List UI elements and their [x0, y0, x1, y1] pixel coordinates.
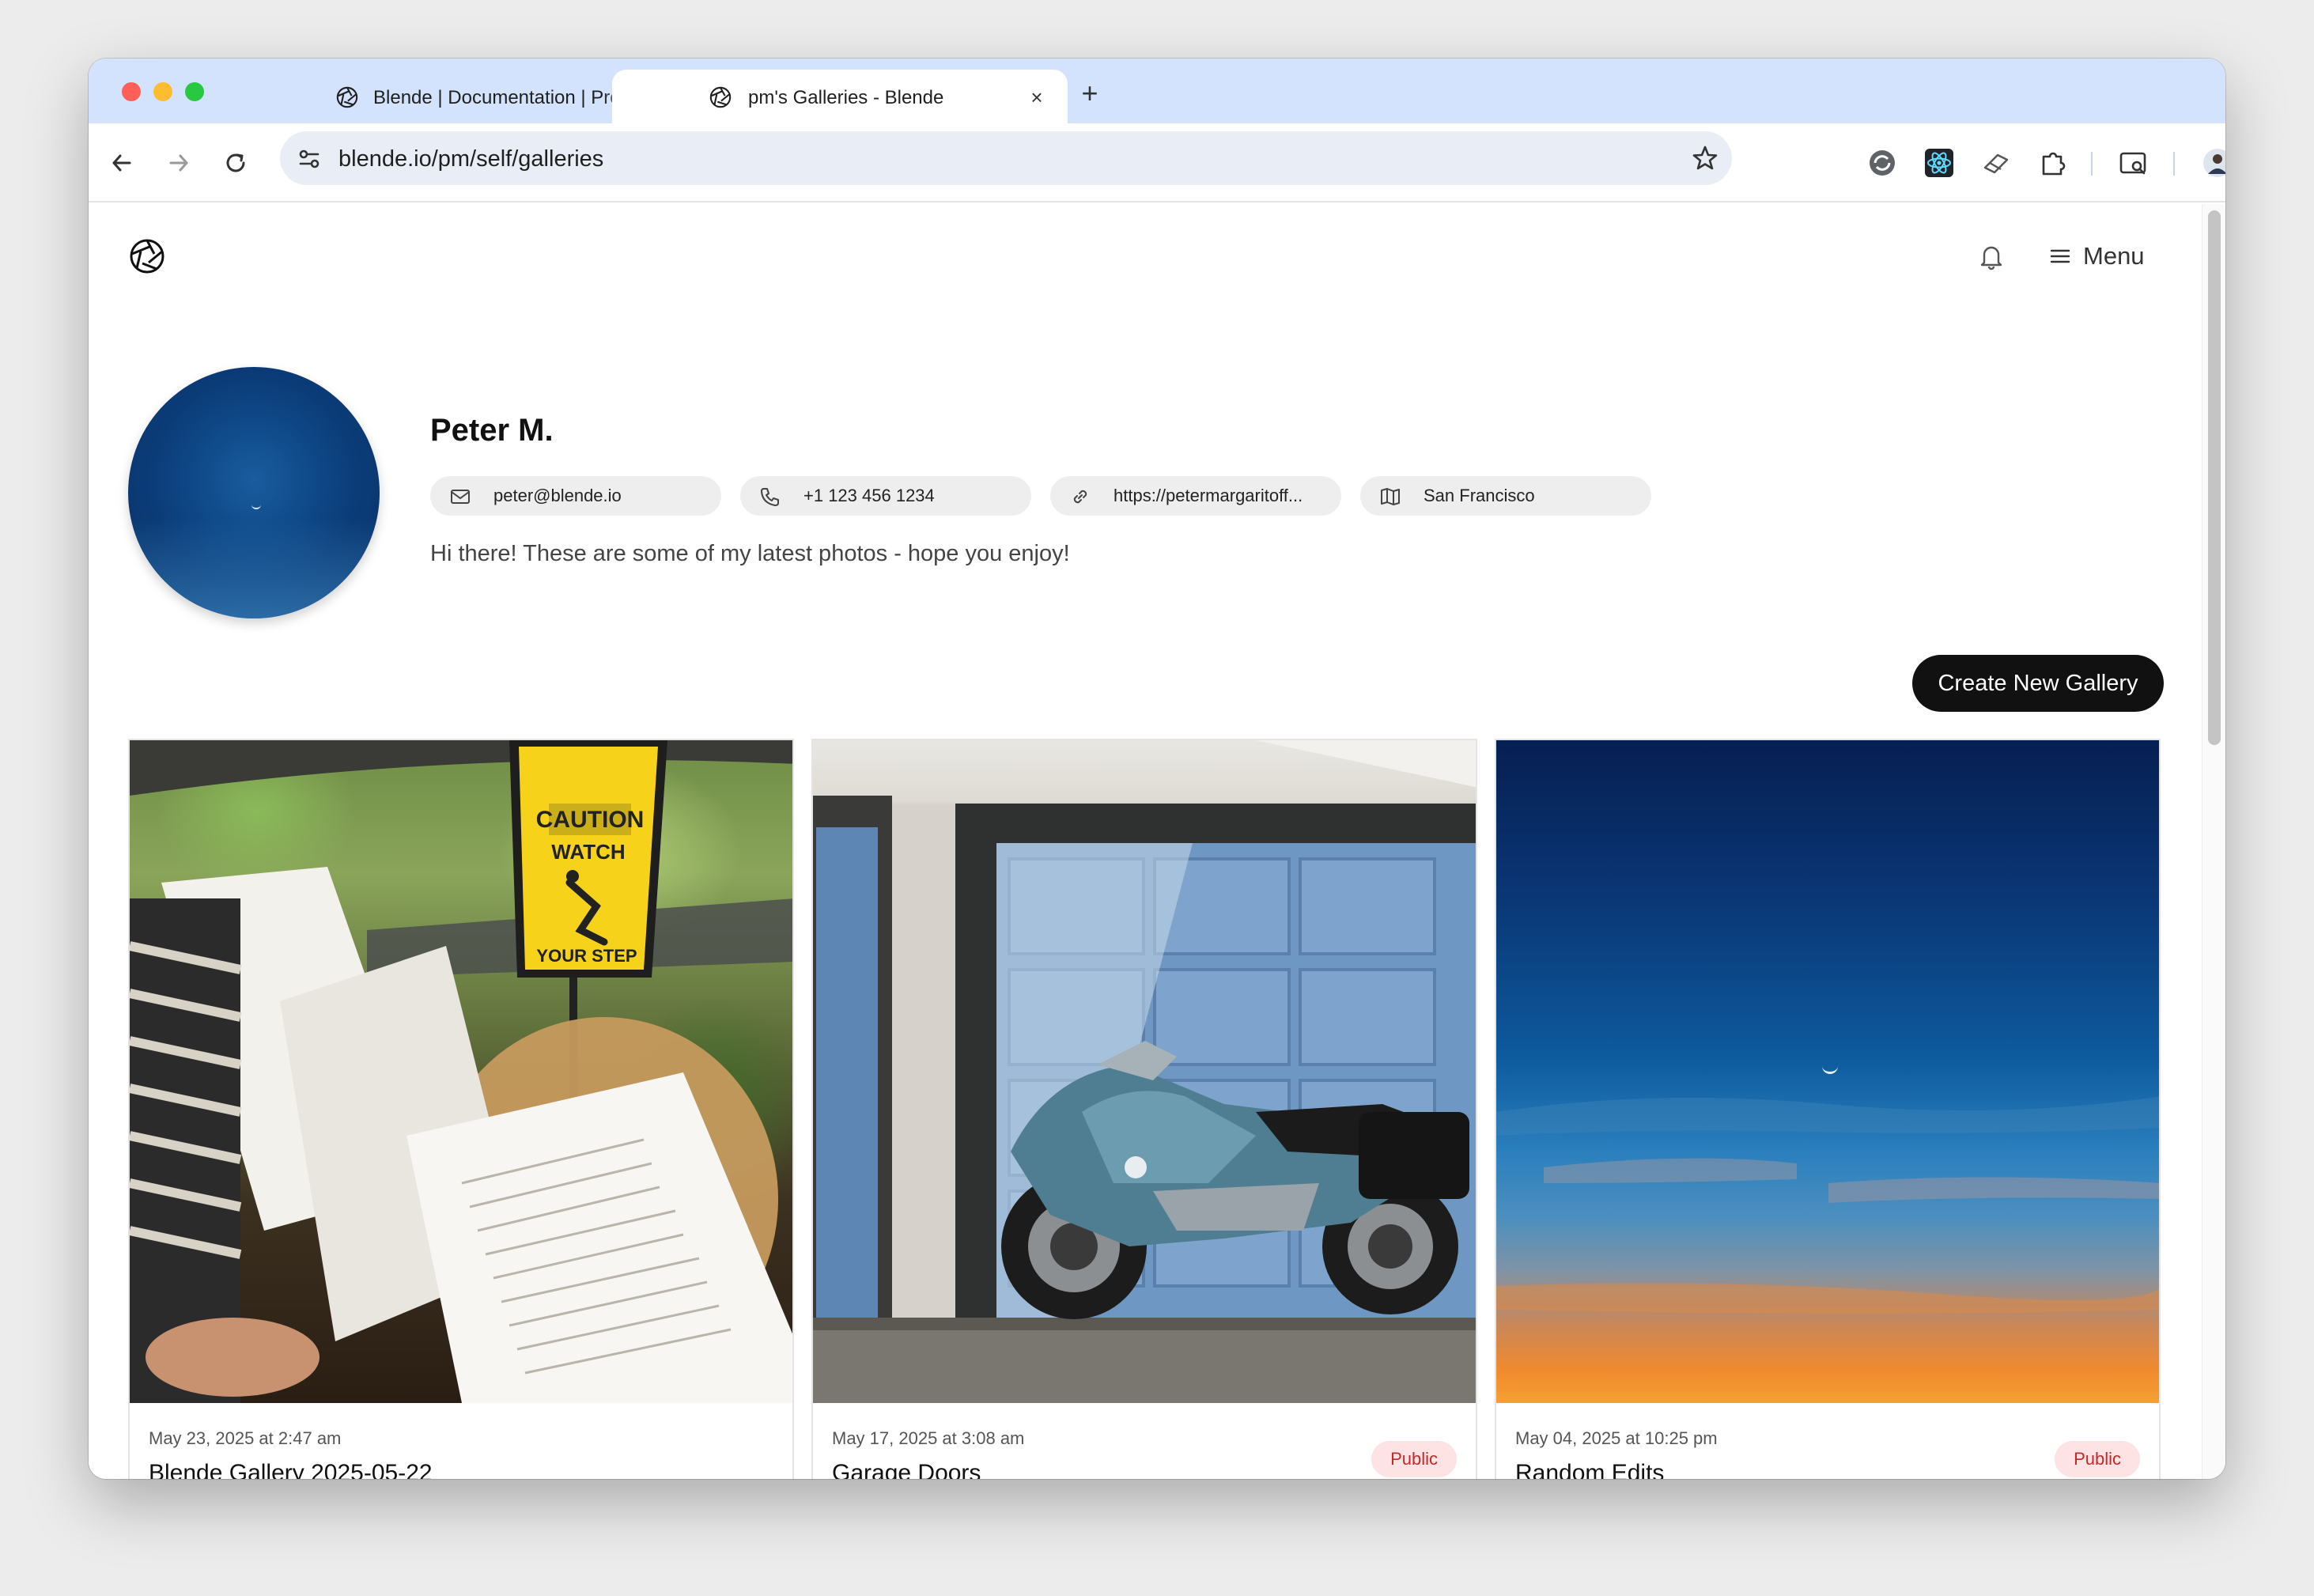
tab-galleries[interactable]: pm's Galleries - Blende ×	[612, 70, 1068, 123]
gallery-card[interactable]: May 17, 2025 at 3:08 am Garage Doors Pub…	[811, 739, 1477, 1479]
svg-text:CAUTION: CAUTION	[536, 807, 645, 833]
scrollbar-track[interactable]	[2202, 204, 2225, 1479]
new-tab-icon[interactable]: +	[1076, 79, 1104, 108]
scrollbar-thumb[interactable]	[2208, 210, 2221, 745]
forward-icon[interactable]	[163, 147, 195, 179]
website-chip[interactable]: https://petermargaritoff...	[1050, 476, 1341, 516]
extension-sync-icon[interactable]	[1866, 147, 1898, 179]
gallery-title[interactable]: Blende Gallery 2025-05-22	[149, 1460, 433, 1479]
profile-avatar[interactable]	[128, 367, 380, 618]
toolbar-separator	[2173, 152, 2175, 176]
gallery-card[interactable]: May 04, 2025 at 10:25 pm Random Edits Pu…	[1495, 739, 2161, 1479]
tab-title: Blende | Documentation | Professional Ga…	[373, 87, 642, 108]
gallery-date: May 23, 2025 at 2:47 am	[149, 1428, 342, 1448]
website-text: https://petermargaritoff...	[1114, 486, 1303, 505]
tab-strip: Blende | Documentation | Professional Ga…	[89, 59, 2225, 123]
gallery-date: May 04, 2025 at 10:25 pm	[1515, 1428, 1718, 1448]
visibility-badge: Public	[2055, 1441, 2140, 1477]
email-text: peter@blende.io	[493, 486, 622, 505]
phone-icon	[761, 488, 779, 506]
profile-name: Peter M.	[430, 413, 554, 448]
gallery-card[interactable]: CAUTION WATCH YOUR STEP May 23, 2025 at …	[128, 739, 794, 1479]
eraser-extension-icon[interactable]	[1980, 147, 2012, 179]
toolbar-separator	[2091, 152, 2093, 176]
gallery-cover-image[interactable]	[1496, 740, 2159, 1403]
phone-chip[interactable]: +1 123 456 1234	[740, 476, 1031, 516]
link-icon	[1073, 490, 1087, 504]
gallery-title[interactable]: Random Edits	[1515, 1460, 1664, 1479]
contact-chips: peter@blende.io +1 123 456 1234 https://…	[430, 476, 1670, 516]
svg-text:WATCH: WATCH	[551, 840, 625, 864]
address-bar[interactable]: blende.io/pm/self/galleries	[280, 131, 1732, 185]
location-chip[interactable]: San Francisco	[1360, 476, 1651, 516]
back-icon[interactable]	[106, 147, 138, 179]
profile-bio: Hi there! These are some of my latest ph…	[430, 541, 1070, 566]
moon-crescent	[251, 500, 261, 509]
svg-text:YOUR STEP: YOUR STEP	[536, 946, 637, 966]
aperture-icon	[336, 86, 358, 108]
gallery-title[interactable]: Garage Doors	[832, 1460, 981, 1479]
menu-button[interactable]: Menu	[2048, 239, 2145, 274]
close-window-button[interactable]	[122, 82, 141, 101]
page-content: Menu Peter M. peter@blende.io +1 123 456…	[89, 204, 2225, 1479]
bell-icon[interactable]	[1977, 242, 2006, 270]
gallery-cover-image[interactable]	[813, 740, 1476, 1403]
map-icon	[1381, 488, 1400, 505]
aperture-icon[interactable]	[128, 237, 166, 275]
hamburger-icon	[2050, 249, 2070, 263]
menu-label: Menu	[2083, 242, 2145, 270]
gallery-date: May 17, 2025 at 3:08 am	[832, 1428, 1025, 1448]
profile-avatar-icon[interactable]	[2202, 147, 2225, 179]
tab-title: pm's Galleries - Blende	[748, 87, 944, 108]
moon-crescent	[1822, 1058, 1838, 1074]
aperture-icon	[709, 86, 732, 108]
bookmark-star-icon[interactable]	[1691, 144, 1719, 172]
reload-icon[interactable]	[220, 147, 251, 179]
minimize-window-button[interactable]	[153, 82, 172, 101]
email-chip[interactable]: peter@blende.io	[430, 476, 721, 516]
location-text: San Francisco	[1424, 486, 1535, 505]
react-devtools-icon[interactable]	[1923, 147, 1955, 179]
create-new-gallery-button[interactable]: Create New Gallery	[1912, 655, 2164, 712]
url-text[interactable]: blende.io/pm/self/galleries	[338, 146, 603, 172]
visibility-badge: Public	[1371, 1441, 1457, 1477]
browser-window: Blende | Documentation | Professional Ga…	[89, 59, 2225, 1479]
mail-icon	[451, 490, 470, 504]
browser-toolbar: blende.io/pm/self/galleries	[89, 123, 2225, 202]
extensions-puzzle-icon[interactable]	[2037, 147, 2069, 179]
gallery-cover-image[interactable]: CAUTION WATCH YOUR STEP	[130, 740, 792, 1403]
zoom-window-button[interactable]	[185, 82, 204, 101]
close-tab-icon[interactable]: ×	[1027, 87, 1047, 108]
site-settings-icon[interactable]	[296, 146, 323, 172]
tab-search-icon[interactable]	[2118, 147, 2150, 179]
phone-text: +1 123 456 1234	[803, 486, 935, 505]
